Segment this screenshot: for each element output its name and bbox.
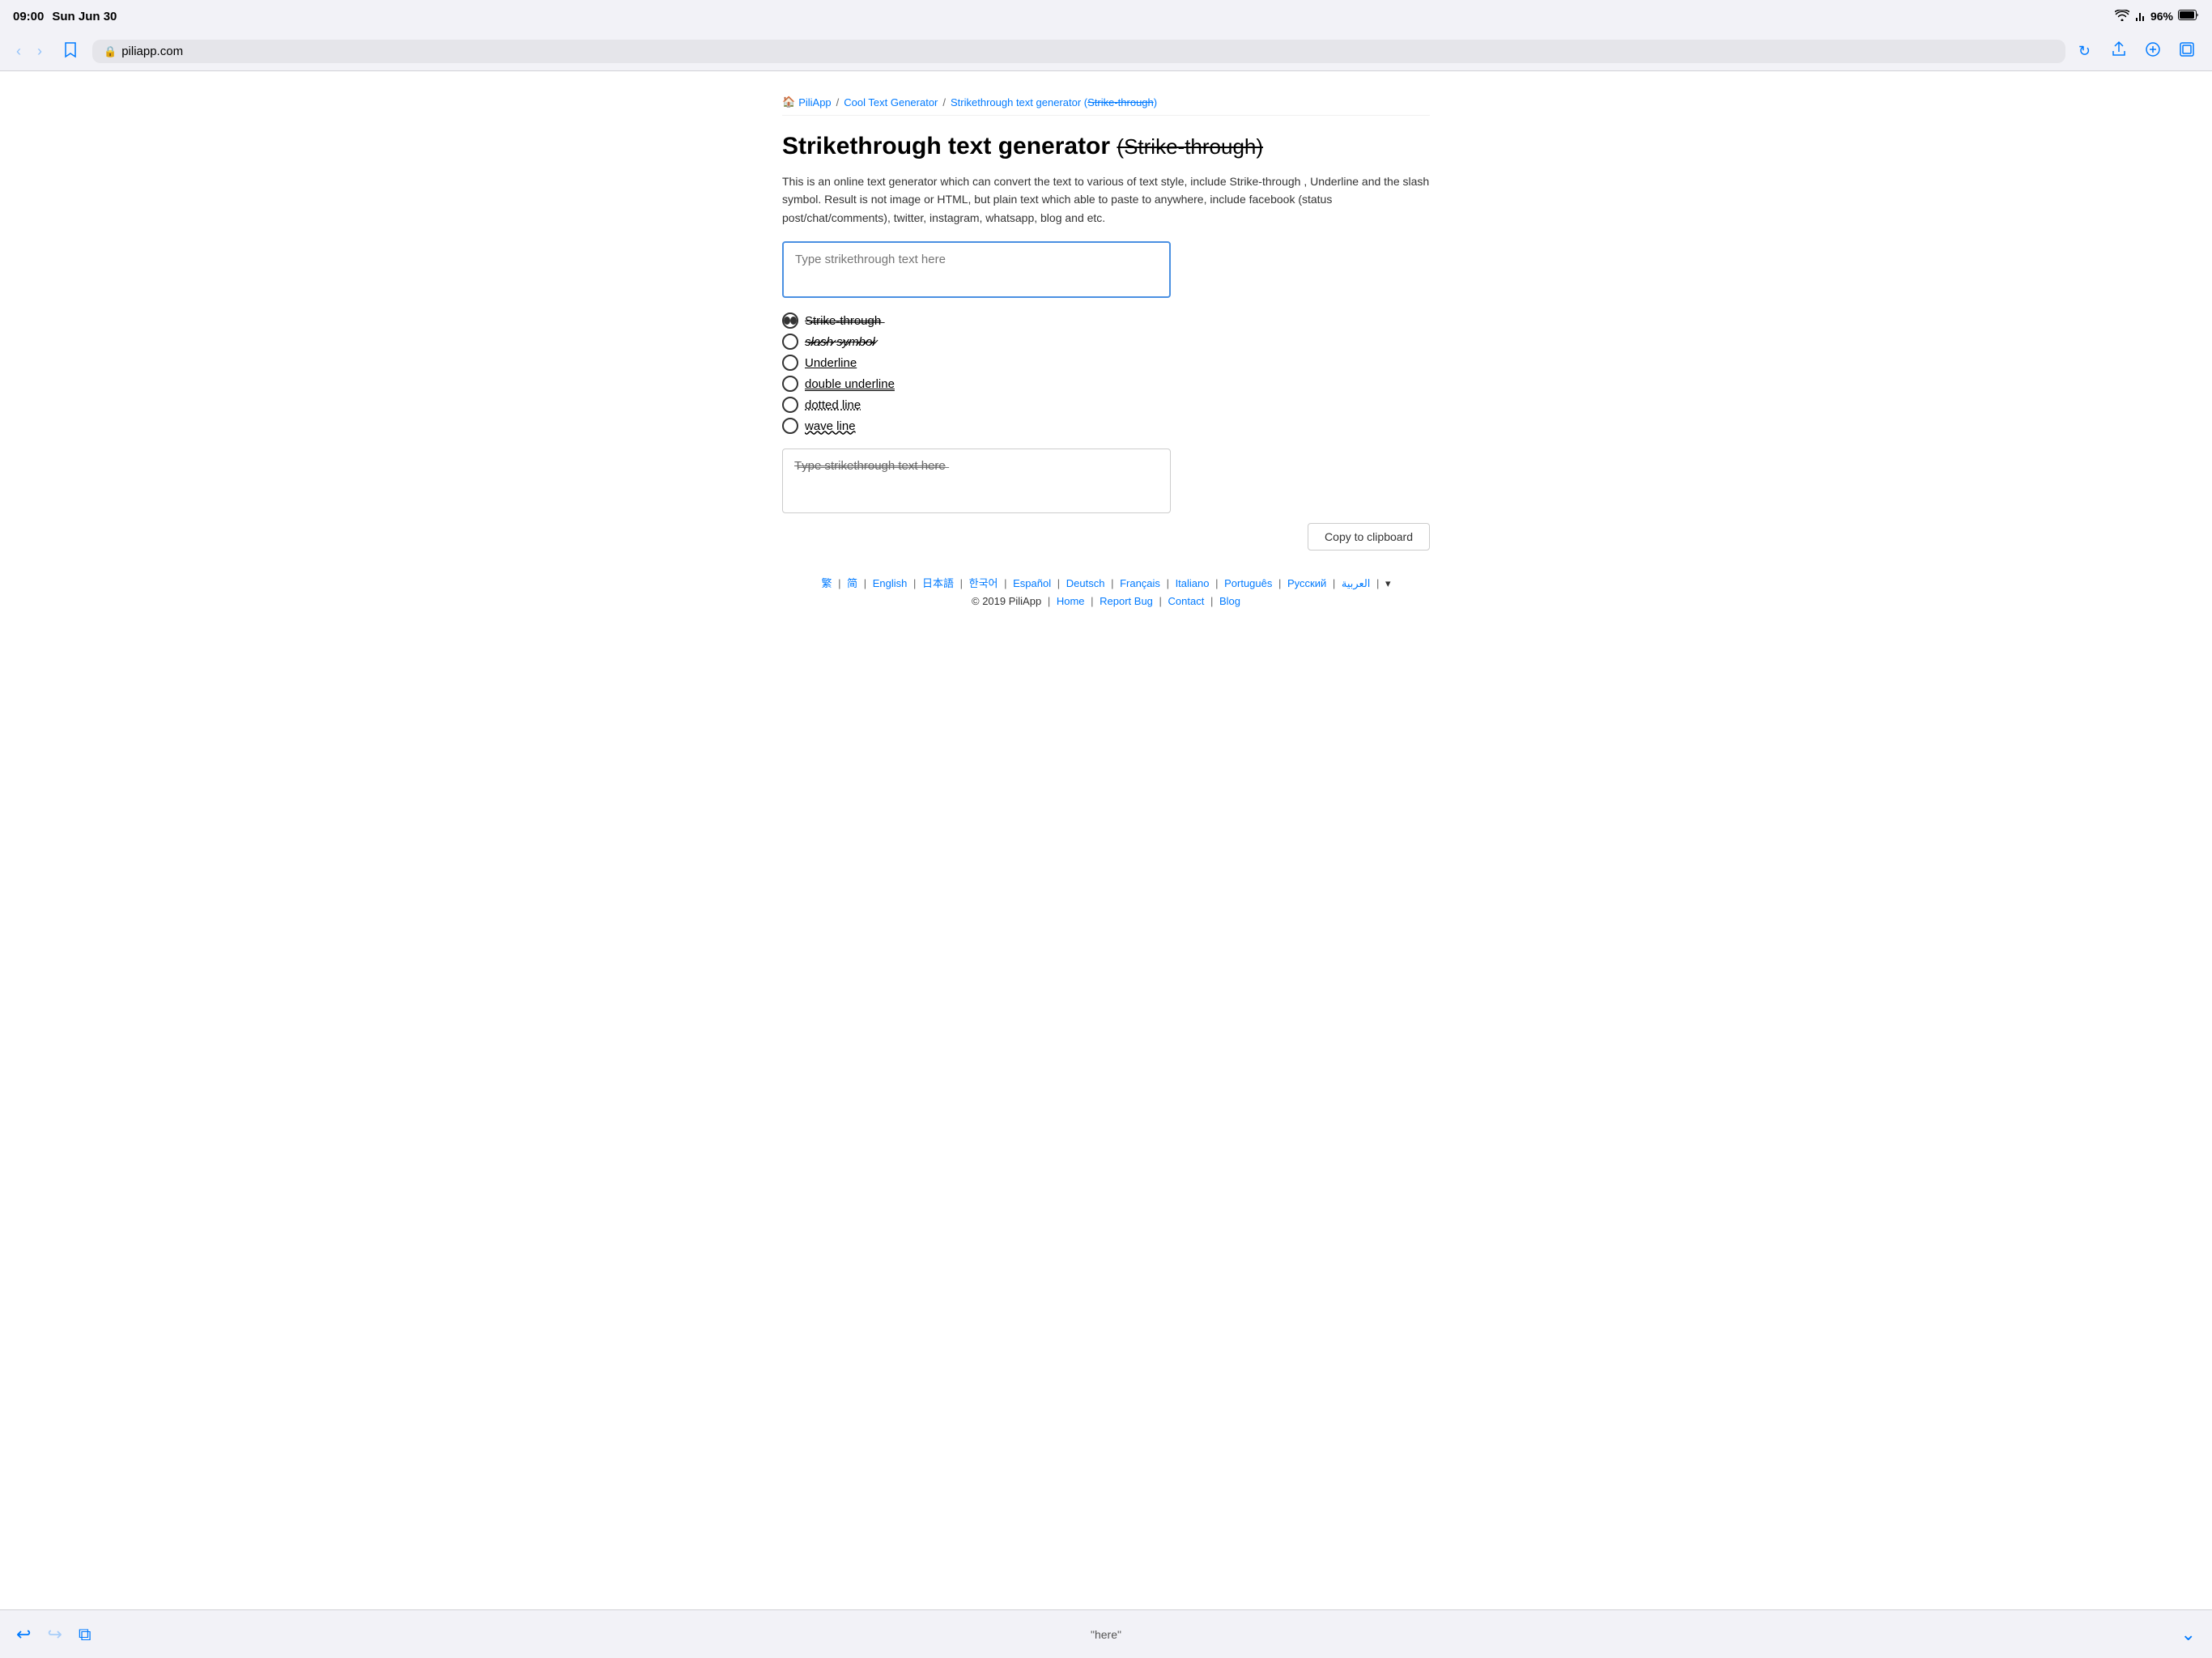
option-slash[interactable]: s̷l̷a̷s̷h̷ s̷y̷m̷b̷o̷l̷: [782, 334, 1430, 350]
new-tab-button[interactable]: [2138, 37, 2168, 66]
tabs-button[interactable]: [2172, 37, 2202, 66]
status-bar: 09:00 Sun Jun 30 96%: [0, 0, 2212, 32]
footer-report-bug[interactable]: Report Bug: [1100, 595, 1153, 607]
lang-traditional-chinese[interactable]: 繁: [821, 577, 832, 589]
status-time: 09:00: [13, 10, 44, 23]
lang-japanese[interactable]: 日本語: [922, 577, 954, 589]
copy-to-clipboard-button[interactable]: Copy to clipboard: [1308, 523, 1430, 551]
battery-level: 96%: [2150, 10, 2173, 23]
breadcrumb-current[interactable]: Strikethrough text generator (Strike-thr…: [951, 96, 1157, 108]
breadcrumb-cool-text[interactable]: Cool Text Generator: [844, 96, 938, 108]
option-strike-label: S̶t̶r̶i̶k̶e̶-̶t̶h̶r̶o̶u̶g̶h̶: [805, 314, 881, 328]
lang-simplified-chinese[interactable]: 简: [847, 577, 857, 589]
breadcrumb-sep-2: /: [942, 96, 946, 108]
radio-double-underline[interactable]: [782, 376, 798, 392]
bottom-forward-button[interactable]: ↪: [47, 1624, 62, 1645]
forward-button[interactable]: ›: [31, 40, 49, 63]
lang-german[interactable]: Deutsch: [1066, 577, 1105, 589]
bottom-scroll-down[interactable]: ⌄: [2181, 1624, 2196, 1645]
option-underline-label: Underline: [805, 356, 857, 370]
radio-slash[interactable]: [782, 334, 798, 350]
lang-spanish[interactable]: Español: [1013, 577, 1051, 589]
footer-languages: 繁 | 简 | English | 日本語 | 한국어 | Español | …: [798, 575, 1414, 590]
breadcrumb-piliapp[interactable]: PiliApp: [798, 96, 831, 108]
footer-bottom: © 2019 PiliApp | Home | Report Bug | Con…: [798, 595, 1414, 607]
nav-buttons: ‹ ›: [10, 40, 49, 63]
option-double-underline-label: double underline: [805, 377, 895, 391]
page-description: This is an online text generator which c…: [782, 172, 1430, 227]
bottom-bar-center: "here": [742, 1628, 1469, 1641]
footer: 繁 | 简 | English | 日本語 | 한국어 | Español | …: [782, 551, 1430, 631]
status-date: Sun Jun 30: [52, 10, 117, 23]
status-right: 96%: [2115, 10, 2199, 23]
bottom-bar-left: ↩ ↪ ⧉: [16, 1624, 742, 1645]
lang-more[interactable]: ▾: [1385, 577, 1391, 589]
radio-strike[interactable]: [782, 312, 798, 329]
copy-button-container: Copy to clipboard: [1041, 523, 1430, 551]
options-list: S̶t̶r̶i̶k̶e̶-̶t̶h̶r̶o̶u̶g̶h̶ s̷l̷a̷s̷h̷ …: [782, 312, 1430, 434]
option-wave[interactable]: wave line: [782, 418, 1430, 434]
page-title-main: Strikethrough text generator: [782, 133, 1117, 159]
bottom-back-button[interactable]: ↩: [16, 1624, 31, 1645]
bookmarks-button[interactable]: [55, 37, 86, 66]
back-button[interactable]: ‹: [10, 40, 28, 63]
breadcrumb-home-icon: 🏠: [782, 96, 795, 108]
radio-wave[interactable]: [782, 418, 798, 434]
radio-dotted[interactable]: [782, 397, 798, 413]
page-title: Strikethrough text generator (Strike-thr…: [782, 132, 1430, 161]
reload-button[interactable]: ↻: [2072, 40, 2097, 63]
output-area: T̶y̶p̶e̶ ̶s̶t̶r̶i̶k̶e̶t̶h̶r̶o̶u̶g̶h̶ ̶t̶…: [782, 449, 1171, 513]
lang-italian[interactable]: Italiano: [1176, 577, 1210, 589]
page-title-suffix: (Strike-through): [1117, 134, 1263, 159]
footer-blog[interactable]: Blog: [1219, 595, 1240, 607]
url-text: piliapp.com: [121, 45, 183, 58]
footer-home[interactable]: Home: [1057, 595, 1085, 607]
lang-arabic[interactable]: العربية: [1342, 577, 1371, 589]
footer-contact[interactable]: Contact: [1168, 595, 1205, 607]
option-underline[interactable]: Underline: [782, 355, 1430, 371]
wifi-icon: [2115, 10, 2129, 23]
option-dotted[interactable]: dotted line: [782, 397, 1430, 413]
breadcrumb: 🏠 PiliApp / Cool Text Generator / Strike…: [782, 87, 1430, 116]
browser-chrome: ‹ › 🔒 piliapp.com ↻: [0, 32, 2212, 71]
bottom-bar: ↩ ↪ ⧉ "here" ⌄: [0, 1609, 2212, 1658]
bottom-text: "here": [1091, 1628, 1121, 1641]
copyright: © 2019 PiliApp: [972, 595, 1041, 607]
text-input[interactable]: [782, 241, 1171, 298]
option-slash-label: s̷l̷a̷s̷h̷ s̷y̷m̷b̷o̷l̷: [805, 335, 875, 349]
bottom-tabs-button[interactable]: ⧉: [79, 1624, 91, 1645]
option-strike[interactable]: S̶t̶r̶i̶k̶e̶-̶t̶h̶r̶o̶u̶g̶h̶: [782, 312, 1430, 329]
option-wave-label: wave line: [805, 419, 856, 433]
lock-icon: 🔒: [104, 45, 117, 58]
lang-russian[interactable]: Русский: [1287, 577, 1326, 589]
bottom-bar-right: ⌄: [1470, 1624, 2196, 1645]
output-text: T̶y̶p̶e̶ ̶s̶t̶r̶i̶k̶e̶t̶h̶r̶o̶u̶g̶h̶ ̶t̶…: [794, 459, 946, 473]
option-double-underline[interactable]: double underline: [782, 376, 1430, 392]
battery-icon: [2178, 10, 2199, 23]
browser-actions: [2104, 37, 2202, 66]
lang-english[interactable]: English: [873, 577, 908, 589]
share-button[interactable]: [2104, 37, 2134, 66]
radio-underline[interactable]: [782, 355, 798, 371]
breadcrumb-sep-1: /: [836, 96, 840, 108]
lang-korean[interactable]: 한국어: [969, 577, 998, 589]
status-left: 09:00 Sun Jun 30: [13, 10, 117, 23]
lang-french[interactable]: Français: [1120, 577, 1160, 589]
lang-portuguese[interactable]: Português: [1224, 577, 1272, 589]
signal-icon: [2134, 10, 2146, 23]
address-bar[interactable]: 🔒 piliapp.com: [92, 40, 2065, 63]
option-dotted-label: dotted line: [805, 398, 861, 412]
page-content: 🏠 PiliApp / Cool Text Generator / Strike…: [758, 71, 1454, 1567]
